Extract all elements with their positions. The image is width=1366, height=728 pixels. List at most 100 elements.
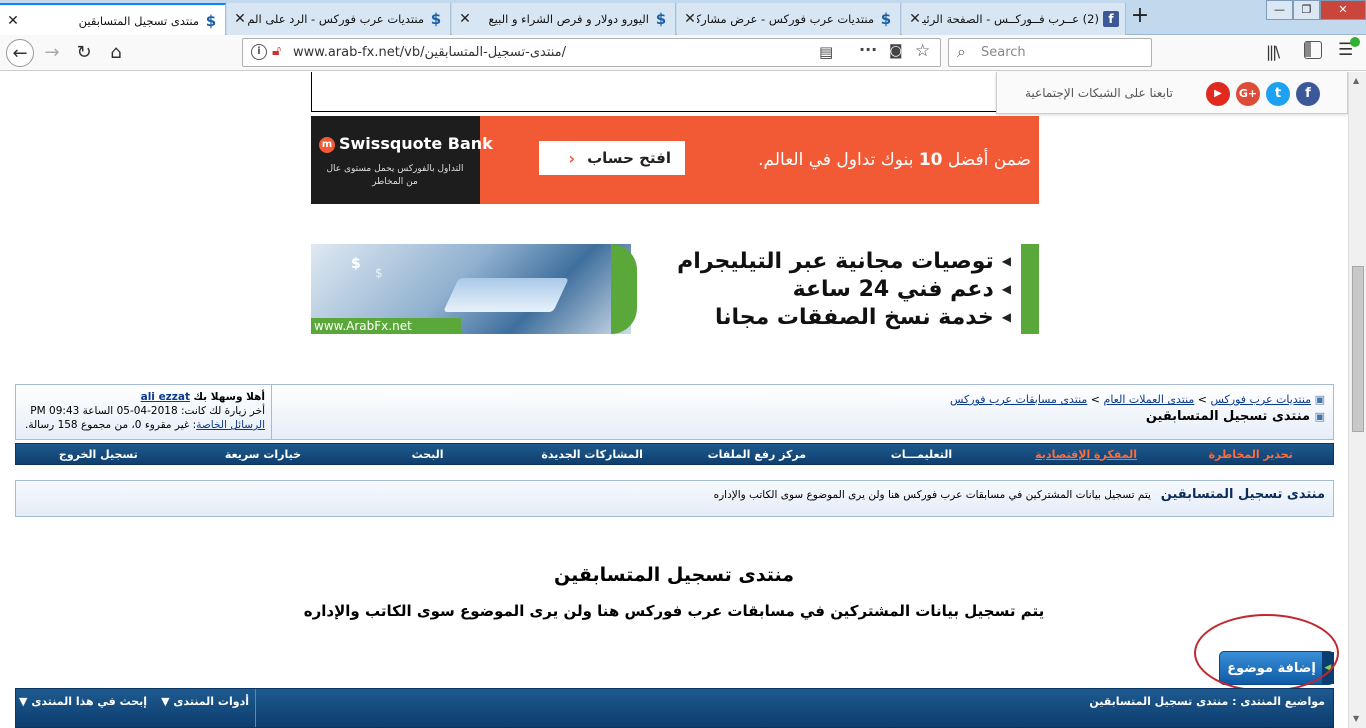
scroll-up-icon[interactable]: ▲	[1353, 76, 1359, 85]
last-visit: أخر زيارة لك كانت: 2018-04-05 الساعة 09:…	[30, 405, 265, 417]
welcome-text: أهلا وسهلا بك	[193, 391, 265, 403]
pocket-icon[interactable]: ◙	[889, 43, 903, 59]
page-content: m Swissquote Bank التداول بالفوركس يحمل …	[0, 72, 1348, 728]
close-icon[interactable]: ✕	[6, 13, 20, 29]
menu-search[interactable]: البحث	[345, 448, 510, 461]
page-title: منتدى تسجيل المتسابقين	[553, 564, 795, 586]
sidebar-icon[interactable]	[1304, 41, 1322, 59]
threads-bar-title: مواضيع المنتدى : منتدى تسجيل المتسابقين	[1089, 695, 1325, 708]
open-account-label: افتح حساب	[587, 149, 671, 167]
url-bar[interactable]: i 🔓︎ www.arab-fx.net/vb/منتدى-تسجيل-المت…	[242, 38, 941, 67]
tab-4[interactable]: $ منتديات عرب فوركس - عرض مشاركة ✕	[677, 3, 901, 35]
forum-threads-bar: مواضيع المنتدى : منتدى تسجيل المتسابقين …	[15, 688, 1334, 728]
url-text[interactable]: www.arab-fx.net/vb/منتدى-تسجيل-المتسابقي…	[293, 45, 566, 60]
arrow-right-icon: →	[44, 42, 60, 63]
search-icon: ⌕	[957, 42, 966, 61]
more-icon[interactable]: ···	[859, 40, 877, 59]
library-icon[interactable]: |||\	[1266, 43, 1280, 61]
home-icon: ⌂	[110, 42, 122, 63]
tab-2[interactable]: $ منتديات عرب فوركس - الرد على الم ✕	[227, 3, 451, 35]
breadcrumb-current: منتدى تسجيل المتسابقين	[1145, 409, 1311, 424]
home-button[interactable]: ⌂	[102, 39, 130, 67]
tab-title: منتدى تسجيل المتسابقين	[78, 13, 199, 28]
tab-title: (2) عــرب فــوركــس - الصفحة الرئيسة	[922, 12, 1099, 26]
bookmark-star-icon[interactable]: ☆	[915, 41, 930, 61]
forum-name: منتدى تسجيل المتسابقين	[1160, 487, 1325, 502]
menu-upload-center[interactable]: مركز رفع الملفات	[675, 448, 840, 461]
tab-title: منتديات عرب فوركس - عرض مشاركة	[697, 12, 874, 26]
tab-1[interactable]: $ منتدى تسجيل المتسابقين ✕	[0, 3, 226, 36]
triangle-icon: ◀	[1001, 254, 1011, 268]
ad-site: www.ArabFx.net	[311, 318, 461, 334]
breadcrumb-contests-forum[interactable]: منتدى مسابقات عرب فوركس	[950, 393, 1087, 406]
reload-button[interactable]: ↻	[70, 39, 98, 67]
twitter-icon[interactable]: t	[1266, 82, 1290, 106]
user-info: أهلا وسهلا بك ali ezzat أخر زيارة لك كان…	[16, 385, 272, 439]
back-button[interactable]: ←	[6, 39, 34, 67]
scroll-thumb[interactable]	[1352, 266, 1364, 432]
ad-banner-top[interactable]	[311, 72, 1039, 112]
menu-quick-links[interactable]: خيارات سريعة	[181, 448, 346, 461]
social-bar: تابعنا على الشبكات الإجتماعية ▶ G+ t f	[996, 72, 1348, 114]
navbar-box: ▣ منتديات عرب فوركس > منتدى العملات العا…	[15, 384, 1334, 440]
dollar-icon: $	[375, 266, 383, 280]
ad-tagline: ضمن أفضل 10 بنوك تداول في العالم.	[758, 150, 1031, 170]
username-link[interactable]: ali ezzat	[141, 391, 190, 403]
scroll-down-icon[interactable]: ▼	[1353, 714, 1359, 723]
dollar-icon: $	[351, 256, 361, 272]
forward-button[interactable]: →	[38, 39, 66, 67]
menu-economic-calendar[interactable]: المفكرة الإقتصادية	[1004, 448, 1169, 461]
window-close-button[interactable]: ✕	[1320, 0, 1366, 20]
search-forum-menu[interactable]: إبحث في هذا المنتدى ▼	[19, 695, 147, 708]
arabfx-ad[interactable]: $ $ www.ArabFx.net ◀ توصيات مجانية عبر ال…	[311, 244, 1039, 334]
risk-warning-2: من المخاطر	[372, 177, 418, 187]
close-icon[interactable]: ✕	[683, 11, 697, 27]
ad-green-edge	[1021, 244, 1039, 334]
forum-tools-menu[interactable]: أدوات المنتدى ▼	[161, 695, 249, 708]
dollar-icon: $	[430, 10, 442, 28]
google-plus-icon[interactable]: G+	[1236, 82, 1260, 106]
ad-divider	[611, 244, 637, 334]
main-menu: تحذير المخاطرة المفكرة الإقتصادية التعلي…	[15, 443, 1334, 465]
caret-down-icon: ▼	[19, 695, 28, 708]
breadcrumb: ▣ منتديات عرب فوركس > منتدى العملات العا…	[950, 393, 1325, 424]
ad-features: ◀ توصيات مجانية عبر التيليجرام ◀ دعم فني 2…	[677, 248, 1011, 330]
tab-title: اليورو دولار و فرص الشراء و البيع	[488, 12, 649, 26]
arrow-left-icon: ←	[12, 43, 28, 64]
tab-5[interactable]: f (2) عــرب فــوركــس - الصفحة الرئيسة ✕	[902, 3, 1126, 35]
insecure-lock-icon[interactable]: 🔓︎	[272, 43, 281, 59]
menu-logout[interactable]: تسجيل الخروج	[16, 448, 181, 461]
tab-3[interactable]: $ اليورو دولار و فرص الشراء و البيع ✕	[452, 3, 676, 35]
update-badge-icon	[1350, 37, 1360, 47]
chevron-left-icon: ‹	[568, 148, 576, 168]
facebook-icon[interactable]: f	[1296, 82, 1320, 106]
private-messages-link[interactable]: الرسائل الخاصة	[196, 419, 265, 431]
caret-down-icon: ▼	[161, 695, 170, 708]
menu-risk-warning[interactable]: تحذير المخاطرة	[1168, 448, 1333, 461]
reload-icon: ↻	[76, 42, 92, 63]
menu-faq[interactable]: التعليمـــات	[839, 448, 1004, 461]
swissquote-ad[interactable]: m Swissquote Bank التداول بالفوركس يحمل …	[311, 116, 1039, 204]
page-scrollbar[interactable]: ▲ ▼	[1348, 72, 1366, 728]
close-icon[interactable]: ✕	[458, 11, 472, 27]
maximize-button[interactable]: ❐	[1293, 0, 1320, 20]
forum-folder-icon: ▣	[1314, 410, 1325, 423]
menu-new-posts[interactable]: المشاركات الجديدة	[510, 448, 675, 461]
triangle-icon: ◀	[1001, 310, 1011, 324]
pm-count: : غير مقروء 0، من مجموع 158 رسالة.	[24, 419, 197, 431]
close-icon[interactable]: ✕	[233, 11, 247, 27]
reader-view-icon[interactable]: ▤	[819, 43, 833, 61]
youtube-icon[interactable]: ▶	[1206, 82, 1230, 106]
dollar-icon: $	[655, 10, 667, 28]
close-icon[interactable]: ✕	[908, 11, 922, 27]
tablet-graphic	[443, 278, 569, 312]
forum-folder-icon: ▣	[1314, 393, 1325, 406]
info-icon[interactable]: i	[251, 44, 267, 60]
search-placeholder: Search	[981, 45, 1026, 60]
search-input[interactable]: ⌕ Search	[948, 38, 1152, 67]
new-tab-button[interactable]: +	[1128, 5, 1152, 29]
breadcrumb-home[interactable]: منتديات عرب فوركس	[1211, 393, 1312, 406]
open-account-button[interactable]: افتح حساب ‹	[539, 141, 685, 175]
minimize-button[interactable]: —	[1266, 0, 1293, 20]
breadcrumb-general-forum[interactable]: منتدى العملات العام	[1104, 393, 1195, 406]
